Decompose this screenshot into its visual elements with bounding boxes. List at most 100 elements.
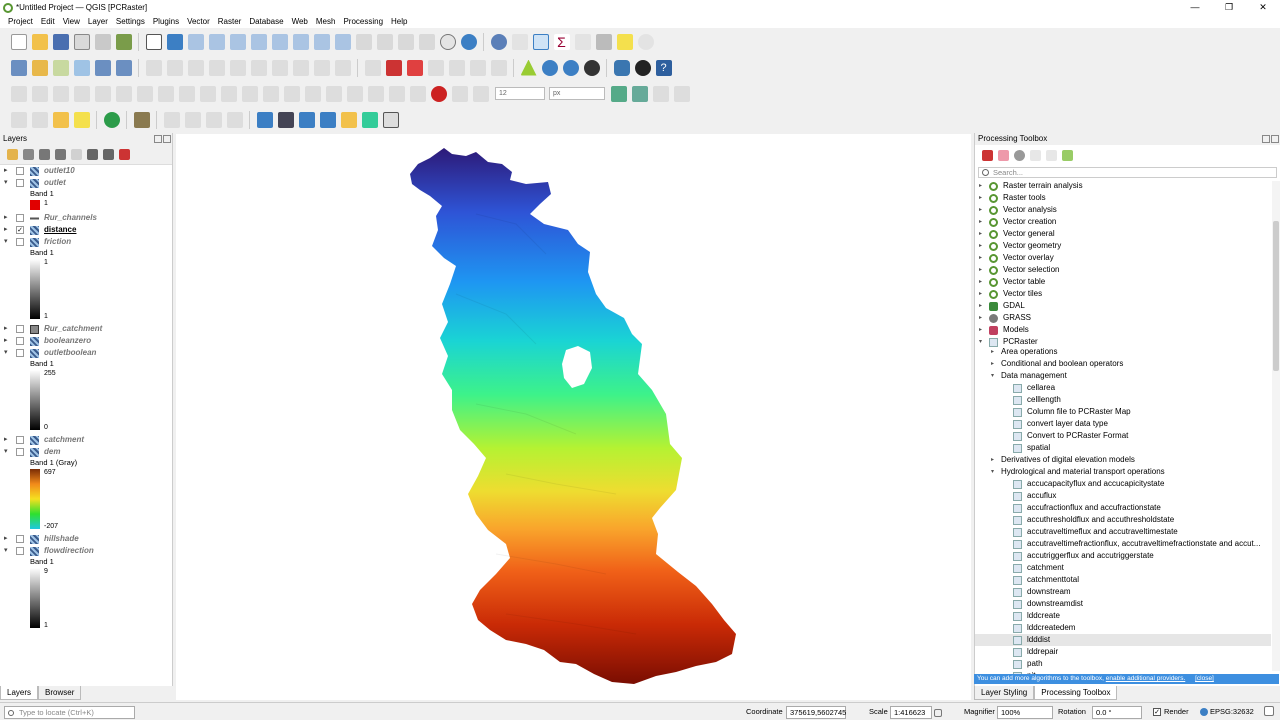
collapsed-arrow-icon[interactable]: ▸	[4, 212, 8, 224]
menu-vector[interactable]: Vector	[183, 15, 214, 28]
collapsed-arrow-icon[interactable]: ▸	[979, 276, 982, 288]
add-part-icon[interactable]	[94, 85, 111, 102]
provider-vector-table[interactable]: ▸ Vector table	[975, 276, 1271, 288]
topology-icon[interactable]	[674, 85, 690, 102]
select-by-value-icon[interactable]	[73, 111, 90, 128]
algorithm-item[interactable]: celllength	[975, 394, 1271, 406]
provider-vector-selection[interactable]: ▸ Vector selection	[975, 264, 1271, 276]
new-temp-layer-icon[interactable]	[73, 59, 90, 76]
layer-visibility-checkbox[interactable]	[16, 167, 24, 175]
bookmark-icon[interactable]	[397, 33, 414, 50]
algorithm-item[interactable]: path	[975, 658, 1271, 670]
label-pin-icon[interactable]	[385, 59, 402, 76]
delete-part-icon[interactable]	[157, 85, 174, 102]
zoom-selection-icon[interactable]	[250, 33, 267, 50]
results-icon[interactable]	[1029, 149, 1041, 161]
help-icon[interactable]: ?	[655, 59, 672, 76]
metasearch-icon[interactable]	[541, 59, 558, 76]
filter-legend-icon[interactable]	[54, 149, 66, 160]
scale-field[interactable]: 1:416623	[890, 706, 932, 719]
move-vertex-icon[interactable]	[319, 111, 336, 128]
split-features-icon[interactable]	[220, 85, 237, 102]
menu-edit[interactable]: Edit	[37, 15, 59, 28]
save-edits-icon[interactable]	[166, 59, 183, 76]
offset-point-icon[interactable]	[325, 85, 342, 102]
algorithm-item[interactable]: convert layer data type	[975, 418, 1271, 430]
provider-vector-general[interactable]: ▸ Vector general	[975, 228, 1271, 240]
select-by-expression-icon[interactable]	[52, 111, 69, 128]
algorithm-item[interactable]: Column file to PCRaster Map	[975, 406, 1271, 418]
font-unit-select[interactable]: px	[549, 87, 605, 100]
tab-layer-styling[interactable]: Layer Styling	[974, 686, 1035, 700]
provider-models[interactable]: ▸ Models	[975, 324, 1271, 336]
statistics-sigma-icon[interactable]: Σ	[553, 33, 570, 50]
layer-row-flowdirection[interactable]: ▾ flowdirection	[0, 545, 170, 557]
expanded-arrow-icon[interactable]: ▾	[991, 370, 994, 382]
algorithm-item[interactable]: catchment	[975, 562, 1271, 574]
merge-attributes-icon[interactable]	[283, 85, 300, 102]
delete-selected-icon[interactable]	[229, 59, 246, 76]
identify-icon[interactable]	[490, 33, 507, 50]
collapsed-arrow-icon[interactable]: ▸	[979, 252, 982, 264]
settings-gear-icon[interactable]	[637, 33, 654, 50]
collapsed-arrow-icon[interactable]: ▸	[4, 165, 8, 177]
close-button[interactable]: ✕	[1246, 0, 1280, 15]
data-source-manager-icon[interactable]	[10, 59, 27, 76]
collapsed-arrow-icon[interactable]: ▸	[979, 216, 982, 228]
new-project-icon[interactable]	[10, 33, 27, 50]
algorithm-item[interactable]: downstream	[975, 586, 1271, 598]
collapsed-arrow-icon[interactable]: ▸	[979, 288, 982, 300]
provider-vector-tiles[interactable]: ▸ Vector tiles	[975, 288, 1271, 300]
python-console-icon[interactable]	[613, 59, 630, 76]
layer-visibility-checkbox[interactable]	[16, 214, 24, 222]
expanded-arrow-icon[interactable]: ▾	[4, 177, 8, 189]
raster-calculator-icon[interactable]	[133, 111, 150, 128]
new-3d-view-icon[interactable]	[376, 33, 393, 50]
undo-icon[interactable]	[313, 59, 330, 76]
layer-visibility-checkbox[interactable]	[16, 337, 24, 345]
label-change-icon[interactable]	[469, 59, 486, 76]
options-icon[interactable]	[1061, 149, 1073, 161]
mesh-digitize-icon[interactable]	[163, 111, 180, 128]
layer-row-Rur_catchment[interactable]: ▸ Rur_catchment	[0, 323, 170, 335]
star-icon[interactable]	[340, 111, 357, 128]
temporal-controller-icon[interactable]	[439, 33, 456, 50]
paste-features-icon[interactable]	[292, 59, 309, 76]
algorithm-item[interactable]: lddcreate	[975, 610, 1271, 622]
select-features-icon[interactable]	[574, 33, 591, 50]
expanded-arrow-icon[interactable]: ▾	[4, 347, 8, 359]
edit-toggle-icon[interactable]	[145, 59, 162, 76]
coordinate-field[interactable]: 375619,5602745	[786, 706, 846, 719]
zoom-last-icon[interactable]	[313, 33, 330, 50]
collapsed-arrow-icon[interactable]: ▸	[4, 335, 8, 347]
label-rotate-icon[interactable]	[448, 59, 465, 76]
rotate-feature-icon[interactable]	[31, 85, 48, 102]
scripts-icon[interactable]	[997, 149, 1009, 161]
tab-processing-toolbox[interactable]: Processing Toolbox	[1034, 686, 1118, 700]
menu-web[interactable]: Web	[288, 15, 312, 28]
expanded-arrow-icon[interactable]: ▾	[4, 236, 8, 248]
zoom-in-icon[interactable]	[187, 33, 204, 50]
menu-layer[interactable]: Layer	[84, 15, 112, 28]
models-icon[interactable]	[981, 149, 993, 161]
rotate-symbols-icon[interactable]	[304, 85, 321, 102]
algorithm-item[interactable]: accutraveltimefractionflux, accutravelti…	[975, 538, 1271, 550]
cluster-icon[interactable]	[361, 111, 378, 128]
collapsed-arrow-icon[interactable]: ▸	[991, 346, 994, 358]
provider-vector-analysis[interactable]: ▸ Vector analysis	[975, 204, 1271, 216]
tracing-icon[interactable]	[611, 85, 627, 102]
collapsed-arrow-icon[interactable]: ▸	[4, 224, 8, 236]
cut-features-icon[interactable]	[250, 59, 267, 76]
algorithm-item[interactable]: Convert to PCRaster Format	[975, 430, 1271, 442]
algorithm-item[interactable]: ldddist	[975, 634, 1271, 646]
algorithm-item[interactable]: lddcreatedem	[975, 622, 1271, 634]
layer-visibility-checkbox[interactable]	[16, 325, 24, 333]
locate-input[interactable]: Type to locate (Ctrl+K)	[4, 706, 135, 719]
trim-extend-icon[interactable]	[367, 85, 384, 102]
group-more-1[interactable]: ▾ Hydrological and material transport ope…	[975, 466, 1271, 478]
layer-row-outlet[interactable]: ▾ outlet	[0, 177, 170, 189]
float-toolbox-icon[interactable]	[1262, 135, 1270, 143]
zoom-full-icon[interactable]	[229, 33, 246, 50]
new-geopackage-icon[interactable]	[31, 59, 48, 76]
collapsed-arrow-icon[interactable]: ▸	[979, 204, 982, 216]
